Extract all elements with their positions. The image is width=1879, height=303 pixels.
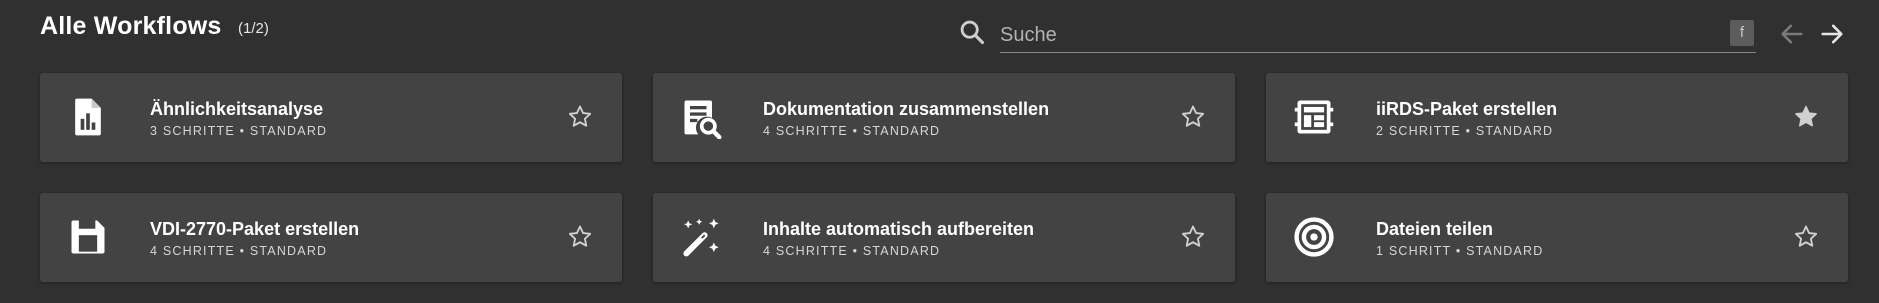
card-title: Inhalte automatisch aufbereiten bbox=[763, 219, 1035, 239]
document-search-icon bbox=[684, 100, 722, 139]
card-meta: 1 SCHRITT • STANDARD bbox=[1376, 244, 1544, 258]
floppy-save-icon bbox=[71, 220, 105, 254]
arrow-left-icon[interactable] bbox=[1778, 20, 1806, 48]
package-grid-icon bbox=[1294, 100, 1334, 134]
star-filled-icon[interactable] bbox=[1792, 103, 1820, 131]
workflow-card-vdi2770[interactable]: VDI-2770-Paket erstellen 4 SCHRITTE • ST… bbox=[40, 193, 622, 282]
page-title: Alle Workflows bbox=[40, 12, 222, 40]
workflow-card-aehnlichkeitsanalyse[interactable]: Ähnlichkeitsanalyse 3 SCHRITTE • STANDAR… bbox=[40, 73, 622, 162]
card-title: Dateien teilen bbox=[1376, 219, 1494, 239]
workflow-card-inhalte-aufbereiten[interactable]: Inhalte automatisch aufbereiten 4 SCHRIT… bbox=[653, 193, 1235, 282]
star-outline-icon[interactable] bbox=[566, 103, 594, 131]
magic-wand-icon bbox=[683, 218, 719, 257]
card-title: VDI-2770-Paket erstellen bbox=[150, 219, 360, 239]
header-bar: Alle Workflows (1/2) f bbox=[0, 0, 1879, 60]
bar-chart-document-icon bbox=[75, 98, 101, 136]
card-meta: 4 SCHRITTE • STANDARD bbox=[763, 244, 941, 258]
star-outline-icon[interactable] bbox=[1179, 103, 1207, 131]
card-meta: 4 SCHRITTE • STANDARD bbox=[763, 124, 941, 138]
card-meta: 3 SCHRITTE • STANDARD bbox=[150, 124, 328, 138]
star-outline-icon[interactable] bbox=[1792, 223, 1820, 251]
workflow-card-dateien-teilen[interactable]: Dateien teilen 1 SCHRITT • STANDARD bbox=[1266, 193, 1848, 282]
star-outline-icon[interactable] bbox=[1179, 223, 1207, 251]
card-title: Ähnlichkeitsanalyse bbox=[150, 99, 324, 119]
page-indicator: (1/2) bbox=[238, 20, 269, 37]
workflow-card-dokumentation[interactable]: Dokumentation zusammenstellen 4 SCHRITTE… bbox=[653, 73, 1235, 162]
card-title: Dokumentation zusammenstellen bbox=[763, 99, 1050, 119]
filter-badge[interactable]: f bbox=[1730, 20, 1754, 46]
arrow-right-icon[interactable] bbox=[1818, 20, 1846, 48]
search-icon[interactable] bbox=[958, 18, 986, 46]
star-outline-icon[interactable] bbox=[566, 223, 594, 251]
card-meta: 4 SCHRITTE • STANDARD bbox=[150, 244, 328, 258]
target-icon bbox=[1294, 217, 1334, 257]
card-title: iiRDS-Paket erstellen bbox=[1376, 99, 1558, 119]
search-input[interactable] bbox=[1000, 18, 1756, 53]
card-meta: 2 SCHRITTE • STANDARD bbox=[1376, 124, 1554, 138]
workflow-card-iirds[interactable]: iiRDS-Paket erstellen 2 SCHRITTE • STAND… bbox=[1266, 73, 1848, 162]
